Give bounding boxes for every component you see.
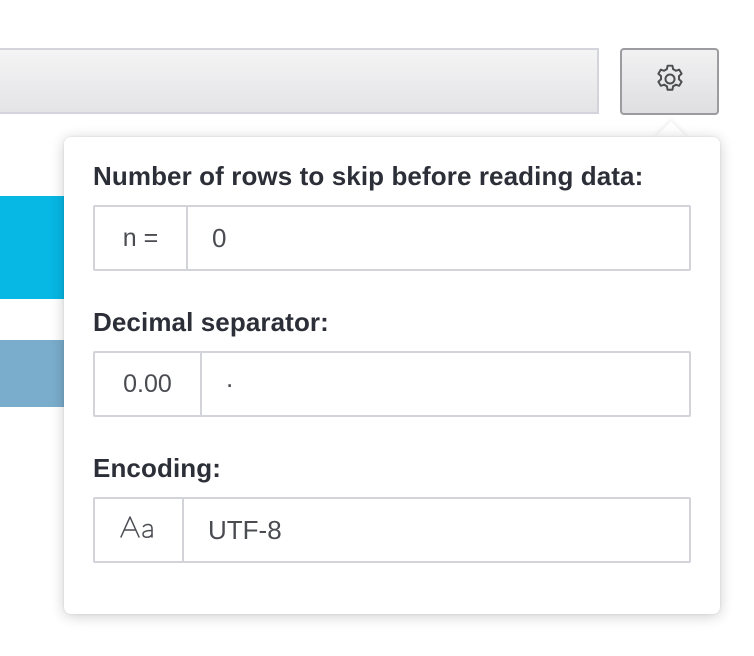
decimal-separator-prefix: 0.00 — [95, 353, 202, 415]
decimal-separator-input-group: 0.00 . — [93, 351, 691, 417]
import-settings-screen: Number of rows to skip before reading da… — [0, 0, 754, 656]
text-case-icon — [119, 513, 159, 548]
file-input-field[interactable] — [0, 48, 599, 114]
encoding-input[interactable]: UTF-8 — [184, 499, 689, 561]
skip-rows-input-group: n = 0 — [93, 205, 691, 271]
decimal-separator-input[interactable]: . — [202, 353, 689, 415]
decimal-separator-label: Decimal separator: — [93, 307, 329, 337]
encoding-label: Encoding: — [93, 453, 221, 483]
encoding-prefix — [95, 499, 184, 561]
encoding-input-group: UTF-8 — [93, 497, 691, 563]
skip-rows-label: Number of rows to skip before reading da… — [93, 161, 644, 191]
skip-rows-prefix: n = — [95, 207, 188, 269]
gear-icon — [653, 62, 687, 101]
skip-rows-input[interactable]: 0 — [188, 207, 689, 269]
settings-button[interactable] — [620, 48, 719, 115]
